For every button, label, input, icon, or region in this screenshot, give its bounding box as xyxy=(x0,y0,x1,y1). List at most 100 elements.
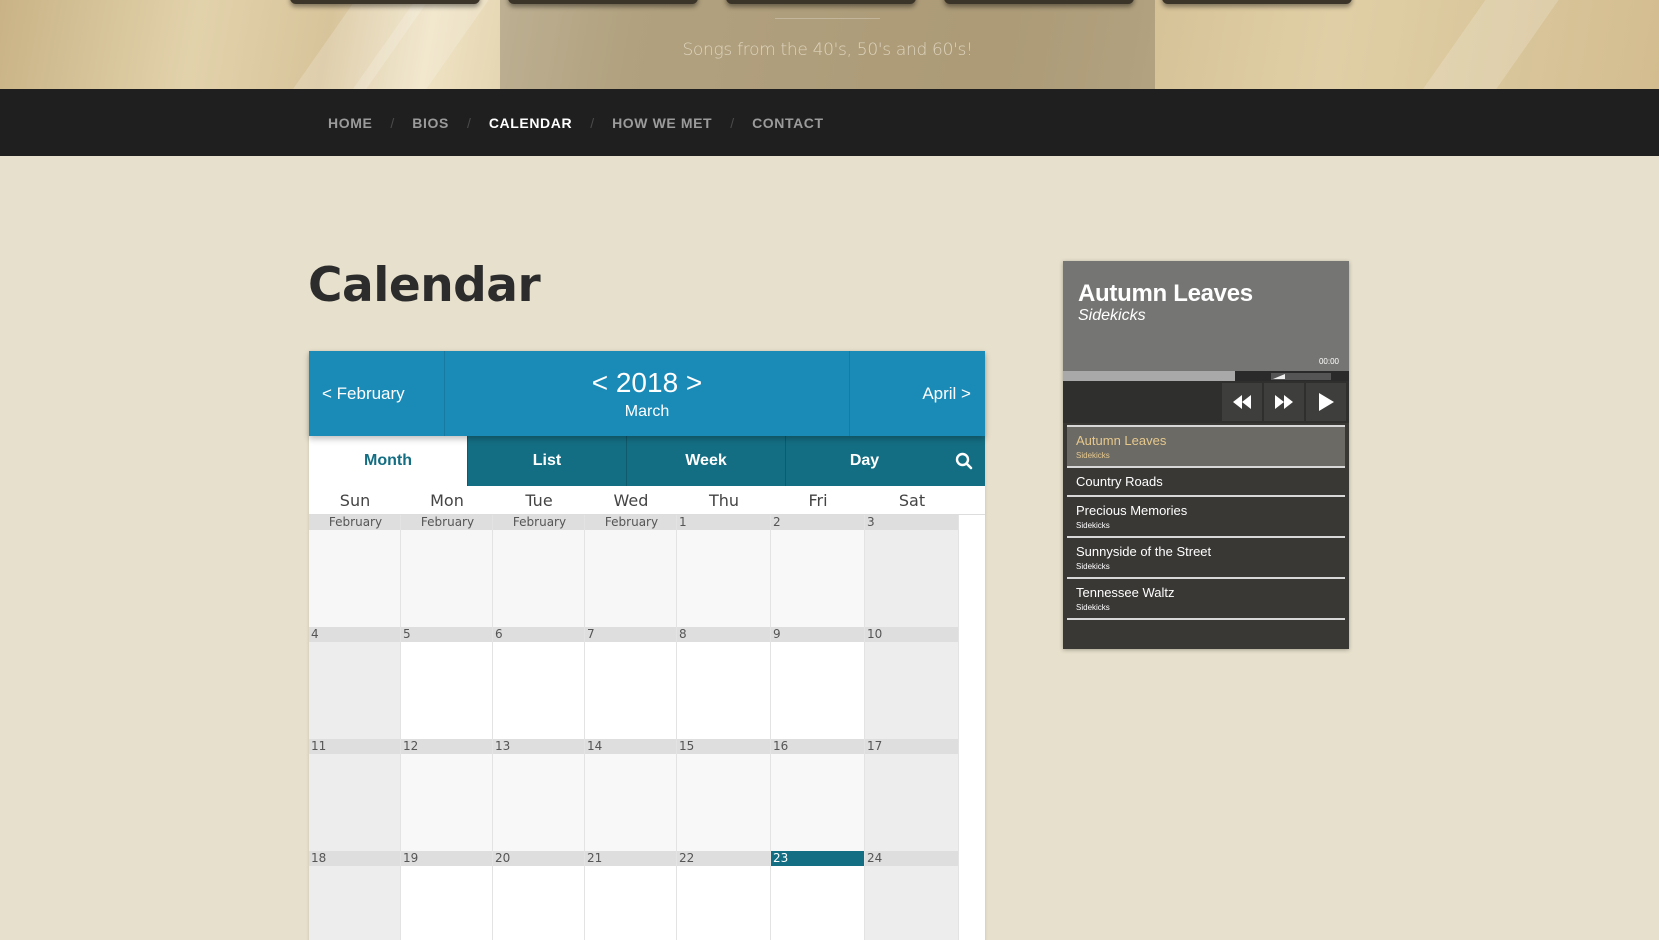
page-title: Calendar xyxy=(308,258,541,313)
search-icon[interactable] xyxy=(943,436,985,486)
day-cell[interactable]: 24 xyxy=(865,851,959,940)
day-cell[interactable]: 18 xyxy=(309,851,401,940)
day-cell[interactable]: 7 xyxy=(585,627,677,739)
playlist-item[interactable]: Tennessee Waltz Sidekicks xyxy=(1067,579,1345,620)
month-grid: February February February February 1 2 3 4 5 6 7 8… xyxy=(309,515,985,940)
banner-button[interactable] xyxy=(508,0,698,4)
day-cell[interactable]: 16 xyxy=(771,739,865,851)
fast-forward-icon[interactable] xyxy=(1264,383,1304,421)
day-cell[interactable]: February xyxy=(309,515,401,627)
nav-separator: / xyxy=(466,114,471,131)
day-cell[interactable]: February xyxy=(493,515,585,627)
day-number: 13 xyxy=(493,739,584,754)
weekday-sun: Sun xyxy=(339,491,371,510)
day-number: 6 xyxy=(493,627,584,642)
day-number: 22 xyxy=(677,851,770,866)
week-row: 11 12 13 14 15 16 17 xyxy=(309,739,985,851)
day-cell[interactable]: 20 xyxy=(493,851,585,940)
day-number: 2 xyxy=(771,515,864,530)
day-cell[interactable]: 3 xyxy=(865,515,959,627)
playlist-item-artist: Sidekicks xyxy=(1076,451,1110,460)
day-number: 1 xyxy=(677,515,770,530)
volume-slider[interactable] xyxy=(1271,373,1331,380)
day-cell[interactable]: 1 xyxy=(677,515,771,627)
playlist-item-artist: Sidekicks xyxy=(1076,562,1110,571)
nav-separator: / xyxy=(730,114,735,131)
week-row: February February February February 1 2 3 xyxy=(309,515,985,627)
nav-item-calendar[interactable]: CALENDAR xyxy=(489,115,572,131)
playlist: Autumn Leaves Sidekicks Country Roads Preci… xyxy=(1067,425,1345,620)
playlist-item[interactable]: Sunnyside of the Street Sidekicks xyxy=(1067,538,1345,579)
day-cell[interactable]: 17 xyxy=(865,739,959,851)
day-cell[interactable]: 4 xyxy=(309,627,401,739)
playlist-item-title: Country Roads xyxy=(1076,474,1163,489)
day-cell[interactable]: 11 xyxy=(309,739,401,851)
time-readout: 00:00 xyxy=(1318,357,1339,366)
day-number: 8 xyxy=(677,627,770,642)
current-month-label: March xyxy=(624,403,670,420)
playlist-item-title: Tennessee Waltz xyxy=(1076,585,1175,600)
day-number: 14 xyxy=(585,739,676,754)
day-cell[interactable]: 9 xyxy=(771,627,865,739)
day-number: 17 xyxy=(865,739,958,754)
day-cell[interactable]: 8 xyxy=(677,627,771,739)
day-number: February xyxy=(493,515,584,530)
day-cell[interactable]: 22 xyxy=(677,851,771,940)
nav-separator: / xyxy=(390,114,395,131)
tab-week[interactable]: Week xyxy=(626,436,785,486)
day-cell[interactable]: February xyxy=(585,515,677,627)
nav-item-home[interactable]: HOME xyxy=(328,115,372,131)
day-cell[interactable]: February xyxy=(401,515,493,627)
calendar-title: < 2018 > March xyxy=(446,351,848,436)
progress-fill xyxy=(1063,371,1235,381)
day-cell[interactable]: 15 xyxy=(677,739,771,851)
day-cell[interactable]: 13 xyxy=(493,739,585,851)
progress-bar[interactable] xyxy=(1063,371,1349,381)
day-number: 7 xyxy=(585,627,676,642)
tab-list[interactable]: List xyxy=(467,436,626,486)
playlist-item[interactable]: Country Roads xyxy=(1067,468,1345,497)
tab-month[interactable]: Month xyxy=(309,436,467,486)
day-cell[interactable]: 23 xyxy=(771,851,865,940)
nav-item-contact[interactable]: CONTACT xyxy=(752,115,824,131)
day-number: 24 xyxy=(865,851,958,866)
day-number: 10 xyxy=(865,627,958,642)
day-cell[interactable]: 19 xyxy=(401,851,493,940)
year-selector[interactable]: < 2018 > xyxy=(446,367,848,399)
day-number: 5 xyxy=(401,627,492,642)
weekday-tue: Tue xyxy=(525,491,553,510)
tab-day[interactable]: Day xyxy=(785,436,943,486)
day-cell[interactable]: 6 xyxy=(493,627,585,739)
day-number: 20 xyxy=(493,851,584,866)
day-number: February xyxy=(401,515,492,530)
header-banner: Songs from the 40's, 50's and 60's! xyxy=(0,0,1659,89)
rewind-icon[interactable] xyxy=(1222,383,1262,421)
main-navbar: HOME / BIOS / CALENDAR / HOW WE MET / CONTACT xyxy=(0,89,1659,156)
nav-item-how-we-met[interactable]: HOW WE MET xyxy=(612,115,712,131)
day-cell[interactable]: 21 xyxy=(585,851,677,940)
weekday-sat: Sat xyxy=(898,491,926,510)
playlist-item[interactable]: Precious Memories Sidekicks xyxy=(1067,497,1345,538)
day-number: 4 xyxy=(309,627,400,642)
day-cell[interactable]: 12 xyxy=(401,739,493,851)
day-cell[interactable]: 2 xyxy=(771,515,865,627)
day-number: 18 xyxy=(309,851,400,866)
day-cell[interactable]: 14 xyxy=(585,739,677,851)
nav-item-bios[interactable]: BIOS xyxy=(412,115,449,131)
music-player: Autumn Leaves Sidekicks 00:00 Autumn Lea… xyxy=(1063,261,1349,649)
day-number: 12 xyxy=(401,739,492,754)
prev-month-button[interactable]: < February xyxy=(309,351,445,436)
banner-button[interactable] xyxy=(944,0,1134,4)
playlist-item[interactable]: Autumn Leaves Sidekicks xyxy=(1067,425,1345,468)
playlist-item-title: Sunnyside of the Street xyxy=(1076,544,1212,559)
day-cell[interactable]: 5 xyxy=(401,627,493,739)
next-month-button[interactable]: April > xyxy=(849,351,985,436)
playlist-item-title: Autumn Leaves xyxy=(1076,433,1167,448)
banner-button[interactable] xyxy=(290,0,480,4)
day-number: 9 xyxy=(771,627,864,642)
banner-button[interactable] xyxy=(1162,0,1352,4)
playlist-item-artist: Sidekicks xyxy=(1076,603,1110,612)
banner-button[interactable] xyxy=(726,0,916,4)
play-icon[interactable] xyxy=(1306,383,1346,421)
day-cell[interactable]: 10 xyxy=(865,627,959,739)
